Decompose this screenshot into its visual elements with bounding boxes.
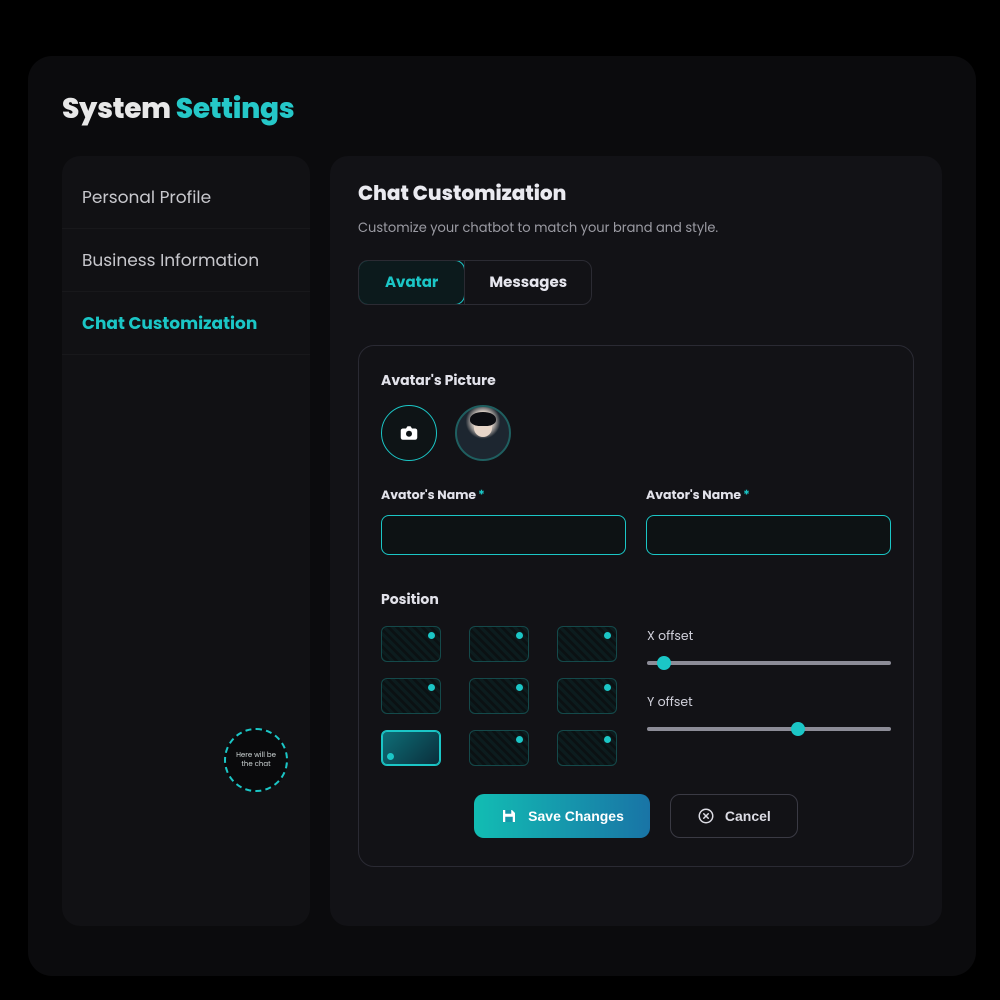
- camera-icon: [400, 425, 418, 441]
- position-option-bottom-left[interactable]: [381, 730, 441, 766]
- field-label: Avator's Name*: [381, 487, 626, 505]
- position-option-bottom-right[interactable]: [557, 730, 617, 766]
- save-button-label: Save Changes: [528, 808, 624, 824]
- offset-sliders: X offset Y offset: [647, 626, 891, 766]
- avatar-name-fields: Avator's Name* Avator's Name*: [381, 487, 891, 555]
- slider-thumb[interactable]: [657, 656, 671, 670]
- close-circle-icon: [697, 807, 715, 825]
- position-option-bottom-center[interactable]: [469, 730, 529, 766]
- position-option-top-center[interactable]: [469, 626, 529, 662]
- y-offset-block: Y offset: [647, 694, 891, 736]
- x-offset-label: X offset: [647, 628, 891, 646]
- position-dot-icon: [604, 632, 611, 639]
- form-actions: Save Changes Cancel: [381, 794, 891, 838]
- position-option-top-left[interactable]: [381, 626, 441, 662]
- position-option-middle-left[interactable]: [381, 678, 441, 714]
- x-offset-block: X offset: [647, 628, 891, 670]
- panel-title: Chat Customization: [358, 178, 914, 208]
- main-panel: Chat Customization Customize your chatbo…: [330, 156, 942, 926]
- slider-track: [647, 661, 891, 665]
- tab-avatar[interactable]: Avatar: [358, 260, 465, 305]
- upload-avatar-button[interactable]: [381, 405, 437, 461]
- avatar-name-input-1[interactable]: [381, 515, 626, 555]
- avatar-preview[interactable]: [455, 405, 511, 461]
- customization-tabs: Avatar Messages: [358, 260, 592, 305]
- required-mark: *: [743, 487, 750, 504]
- position-wrap: X offset Y offset: [381, 626, 891, 766]
- chat-widget-placeholder: Here will be the chat: [224, 728, 288, 792]
- page-title-part-b: Settings: [176, 89, 295, 128]
- tab-label: Avatar: [385, 272, 438, 293]
- sidebar-item-chat-customization[interactable]: Chat Customization: [62, 292, 310, 355]
- avatar-picture-row: [381, 405, 891, 461]
- slider-track: [647, 727, 891, 731]
- position-label: Position: [381, 589, 891, 610]
- sidebar-item-personal-profile[interactable]: Personal Profile: [62, 166, 310, 229]
- save-button[interactable]: Save Changes: [474, 794, 650, 838]
- position-dot-icon: [604, 684, 611, 691]
- position-option-middle-right[interactable]: [557, 678, 617, 714]
- sidebar-item-label: Personal Profile: [82, 185, 211, 209]
- position-dot-icon: [428, 632, 435, 639]
- slider-thumb[interactable]: [791, 722, 805, 736]
- required-mark: *: [478, 487, 485, 504]
- position-dot-icon: [604, 736, 611, 743]
- field-label-text: Avator's Name: [381, 487, 476, 504]
- y-offset-slider[interactable]: [647, 722, 891, 736]
- avatar-picture-label: Avatar's Picture: [381, 370, 891, 391]
- settings-sidebar: Personal Profile Business Information Ch…: [62, 156, 310, 926]
- avatar-card: Avatar's Picture: [358, 345, 914, 867]
- avatar-name-input-2[interactable]: [646, 515, 891, 555]
- position-dot-icon: [516, 684, 523, 691]
- field-label: Avator's Name*: [646, 487, 891, 505]
- x-offset-slider[interactable]: [647, 656, 891, 670]
- layout: Personal Profile Business Information Ch…: [62, 156, 942, 926]
- position-dot-icon: [387, 753, 394, 760]
- y-offset-label: Y offset: [647, 694, 891, 712]
- sidebar-item-label: Chat Customization: [82, 311, 257, 335]
- settings-window: System Settings Personal Profile Busines…: [28, 56, 976, 976]
- sidebar-item-label: Business Information: [82, 248, 259, 272]
- position-grid: [381, 626, 617, 766]
- tab-messages[interactable]: Messages: [464, 261, 591, 304]
- page-title: System Settings: [62, 88, 942, 130]
- cancel-button-label: Cancel: [725, 808, 771, 824]
- avatar-name-field-2: Avator's Name*: [646, 487, 891, 555]
- position-option-top-right[interactable]: [557, 626, 617, 662]
- panel-subtitle: Customize your chatbot to match your bra…: [358, 218, 914, 238]
- page-title-part-a: System: [62, 89, 176, 128]
- save-icon: [500, 807, 518, 825]
- position-dot-icon: [516, 632, 523, 639]
- position-dot-icon: [516, 736, 523, 743]
- cancel-button[interactable]: Cancel: [670, 794, 798, 838]
- field-label-text: Avator's Name: [646, 487, 741, 504]
- tab-label: Messages: [489, 272, 567, 293]
- position-dot-icon: [428, 684, 435, 691]
- chat-placeholder-text: Here will be the chat: [230, 751, 282, 769]
- sidebar-item-business-information[interactable]: Business Information: [62, 229, 310, 292]
- position-option-middle-center[interactable]: [469, 678, 529, 714]
- avatar-name-field-1: Avator's Name*: [381, 487, 626, 555]
